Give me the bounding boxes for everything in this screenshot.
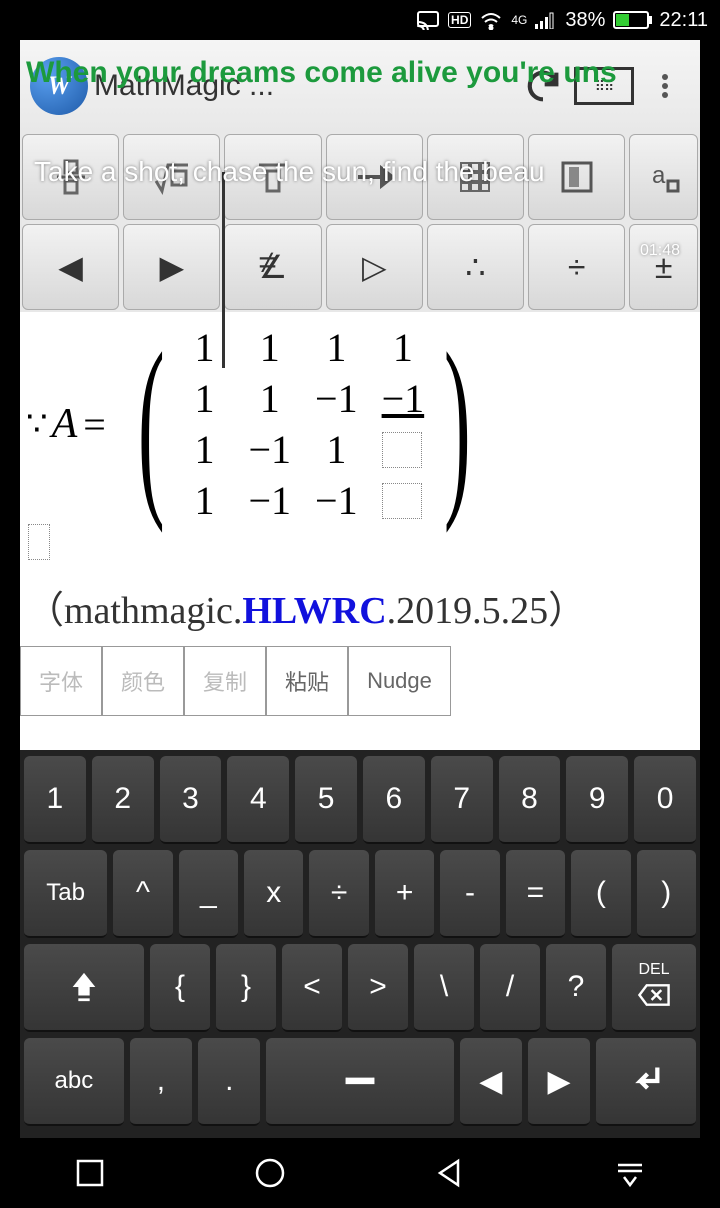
keyboard: 1 2 3 4 5 6 7 8 9 0 Tab ^ _ x ÷ + - = ( [20, 750, 700, 1138]
tool-arrow[interactable] [326, 134, 423, 220]
variable-A: A [52, 400, 78, 448]
nav-home-icon[interactable] [252, 1155, 288, 1191]
network-label: 4G [511, 13, 527, 27]
key-3[interactable]: 3 [160, 756, 222, 844]
key-backslash[interactable]: \ [414, 944, 474, 1032]
key-space[interactable] [266, 1038, 453, 1126]
tool-fraction[interactable] [22, 134, 119, 220]
tool-overbar[interactable] [224, 134, 321, 220]
key-tab[interactable]: Tab [24, 850, 107, 938]
key-left[interactable]: ◀ [460, 1038, 522, 1126]
key-shift[interactable] [24, 944, 144, 1032]
key-1[interactable]: 1 [24, 756, 86, 844]
app-icon: W [30, 57, 88, 115]
signal-icon [535, 11, 557, 29]
battery-pct: 38% [565, 9, 605, 32]
key-lparen[interactable]: ( [571, 850, 630, 938]
wifi-icon [479, 10, 503, 30]
key-plus[interactable]: + [375, 850, 434, 938]
tool-plusminus[interactable]: ± [629, 224, 698, 310]
tool-matrix[interactable] [427, 134, 524, 220]
keyboard-icon[interactable]: ⠿⠿ [574, 67, 634, 105]
nav-menu-icon[interactable] [612, 1155, 648, 1191]
tool-divide[interactable]: ÷ [528, 224, 625, 310]
tool-play[interactable]: ▷ [326, 224, 423, 310]
key-equals[interactable]: = [506, 850, 565, 938]
menu-icon[interactable] [640, 61, 690, 111]
app-title: MathMagic ... [94, 69, 512, 103]
placeholder-icon[interactable] [382, 483, 422, 519]
tool-sub[interactable]: a [629, 134, 698, 220]
battery-icon [613, 11, 649, 29]
key-question[interactable]: ? [546, 944, 606, 1032]
tool-prev[interactable]: ◀ [22, 224, 119, 310]
matrix-body: 1111 11−1−1 1−11 1−1−1 [184, 324, 424, 524]
placeholder-icon[interactable] [28, 524, 50, 560]
key-caret[interactable]: ^ [113, 850, 172, 938]
key-right[interactable]: ▶ [528, 1038, 590, 1126]
key-comma[interactable]: , [130, 1038, 192, 1126]
key-0[interactable]: 0 [634, 756, 696, 844]
key-enter[interactable] [596, 1038, 696, 1126]
tool-root[interactable] [123, 134, 220, 220]
key-minus[interactable]: - [440, 850, 499, 938]
doc-footer-line: （mathmagic.HLWRC.2019.5.25） [26, 579, 694, 634]
toolbar-divider [222, 172, 225, 368]
key-5[interactable]: 5 [295, 756, 357, 844]
because-symbol: ∵ [26, 404, 48, 444]
key-7[interactable]: 7 [431, 756, 493, 844]
key-x[interactable]: x [244, 850, 303, 938]
tool-next[interactable]: ▶ [123, 224, 220, 310]
tab-copy[interactable]: 复制 [184, 646, 266, 716]
document-area[interactable]: ∵ A = ( 1111 11−1−1 1−11 1−1−1 ) （mathma… [20, 312, 700, 646]
cast-icon [416, 10, 440, 30]
key-4[interactable]: 4 [227, 756, 289, 844]
nav-recent-icon[interactable] [72, 1155, 108, 1191]
paren-right: ) [444, 324, 471, 524]
tab-color[interactable]: 颜色 [102, 646, 184, 716]
toolbar: a ◀ ▶ ∠≠ ▷ ∴ ÷ ± [20, 132, 700, 312]
key-lt[interactable]: < [282, 944, 342, 1032]
hd-badge: HD [448, 12, 471, 28]
key-abc[interactable]: abc [24, 1038, 124, 1126]
nav-back-icon[interactable] [432, 1155, 468, 1191]
tool-neq-angle[interactable]: ∠≠ [224, 224, 321, 310]
placeholder-icon[interactable] [382, 432, 422, 468]
key-divide[interactable]: ÷ [309, 850, 368, 938]
undo-icon[interactable] [518, 61, 568, 111]
tab-font[interactable]: 字体 [20, 646, 102, 716]
key-delete[interactable]: DEL [612, 944, 696, 1032]
key-underscore[interactable]: _ [179, 850, 238, 938]
key-rparen[interactable]: ) [637, 850, 696, 938]
key-2[interactable]: 2 [92, 756, 154, 844]
key-lbrace[interactable]: { [150, 944, 210, 1032]
clock: 22:11 [659, 9, 708, 32]
key-slash[interactable]: / [480, 944, 540, 1032]
status-bar: HD 4G 38% 22:11 [0, 0, 720, 40]
equals: = [83, 401, 106, 448]
format-tabs: 字体 颜色 复制 粘贴 Nudge [20, 646, 700, 716]
key-rbrace[interactable]: } [216, 944, 276, 1032]
key-8[interactable]: 8 [499, 756, 561, 844]
tool-therefore[interactable]: ∴ [427, 224, 524, 310]
key-9[interactable]: 9 [566, 756, 628, 844]
tab-nudge[interactable]: Nudge [348, 646, 451, 716]
svg-text:a: a [652, 162, 666, 189]
android-navbar [0, 1138, 720, 1208]
titlebar: W MathMagic ... ⠿⠿ [20, 40, 700, 132]
key-gt[interactable]: > [348, 944, 408, 1032]
tool-box[interactable] [528, 134, 625, 220]
key-period[interactable]: . [198, 1038, 260, 1126]
tab-paste[interactable]: 粘贴 [266, 646, 348, 716]
paren-left: ( [138, 324, 165, 524]
key-6[interactable]: 6 [363, 756, 425, 844]
